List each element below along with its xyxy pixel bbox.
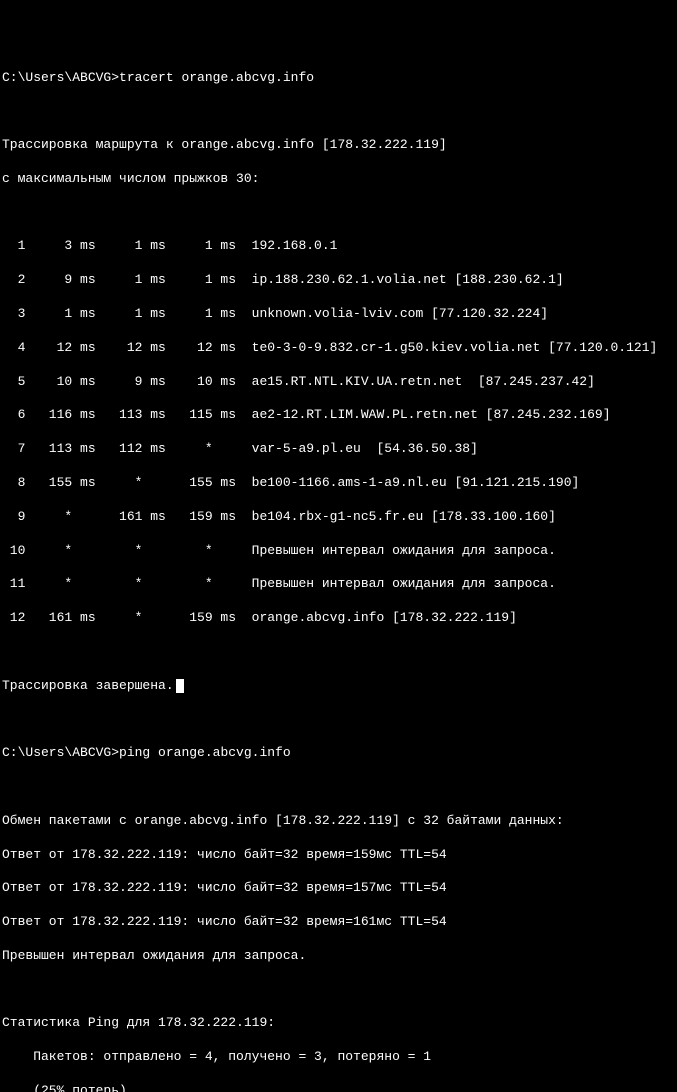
hop-row: 11 * * * Превышен интервал ожидания для … <box>2 576 675 593</box>
hop-row: 7 113 ms 112 ms * var-5-a9.pl.eu [54.36.… <box>2 441 675 458</box>
trace-done: Трассировка завершена. <box>2 678 675 695</box>
trace-header-2: с максимальным числом прыжков 30: <box>2 171 675 188</box>
ping-reply: Ответ от 178.32.222.119: число байт=32 в… <box>2 914 675 931</box>
hop-row: 4 12 ms 12 ms 12 ms te0-3-0-9.832.cr-1.g… <box>2 340 675 357</box>
ping-reply: Ответ от 178.32.222.119: число байт=32 в… <box>2 847 675 864</box>
hop-row: 6 116 ms 113 ms 115 ms ae2-12.RT.LIM.WAW… <box>2 407 675 424</box>
hop-row: 12 161 ms * 159 ms orange.abcvg.info [17… <box>2 610 675 627</box>
blank <box>2 644 675 661</box>
ping-reply: Превышен интервал ожидания для запроса. <box>2 948 675 965</box>
prompt: C:\Users\ABCVG> <box>2 70 119 85</box>
prompt: C:\Users\ABCVG> <box>2 745 119 760</box>
hop-row: 5 10 ms 9 ms 10 ms ae15.RT.NTL.KIV.UA.re… <box>2 374 675 391</box>
command: ping orange.abcvg.info <box>119 745 291 760</box>
trace-header-1: Трассировка маршрута к orange.abcvg.info… <box>2 137 675 154</box>
cursor <box>176 679 184 693</box>
blank <box>2 205 675 222</box>
prompt-line-2: C:\Users\ABCVG>ping orange.abcvg.info <box>2 745 675 762</box>
stats-packets: Пакетов: отправлено = 4, получено = 3, п… <box>2 1049 675 1066</box>
hop-row: 9 * 161 ms 159 ms be104.rbx-g1-nc5.fr.eu… <box>2 509 675 526</box>
prompt-line-1: C:\Users\ABCVG>tracert orange.abcvg.info <box>2 70 675 87</box>
ping-header: Обмен пакетами с orange.abcvg.info [178.… <box>2 813 675 830</box>
blank <box>2 779 675 796</box>
hop-row: 2 9 ms 1 ms 1 ms ip.188.230.62.1.volia.n… <box>2 272 675 289</box>
blank <box>2 103 675 120</box>
hop-row: 8 155 ms * 155 ms be100-1166.ams-1-a9.nl… <box>2 475 675 492</box>
ping-reply: Ответ от 178.32.222.119: число байт=32 в… <box>2 880 675 897</box>
blank <box>2 982 675 999</box>
hop-row: 1 3 ms 1 ms 1 ms 192.168.0.1 <box>2 238 675 255</box>
command: tracert orange.abcvg.info <box>119 70 314 85</box>
blank <box>2 711 675 728</box>
hop-row: 10 * * * Превышен интервал ожидания для … <box>2 543 675 560</box>
stats-loss: (25% потерь) <box>2 1083 675 1092</box>
stats-header: Статистика Ping для 178.32.222.119: <box>2 1015 675 1032</box>
hop-row: 3 1 ms 1 ms 1 ms unknown.volia-lviv.com … <box>2 306 675 323</box>
